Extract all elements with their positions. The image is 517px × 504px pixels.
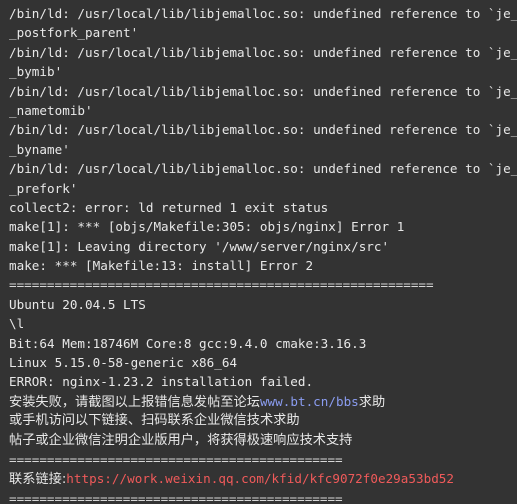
wechat-scan-line: 或手机访问以下链接、扫码联系企业微信技术求助 (9, 413, 300, 429)
kernel-version-line: Linux 5.15.0-58-generic x86_64 (9, 355, 238, 371)
make-leaving-directory-line: make[1]: Leaving directory '/www/server/… (9, 238, 390, 254)
issue-escape-line: \l (9, 316, 25, 332)
forum-link[interactable]: www.bt.cn/bbs (260, 394, 359, 409)
linker-error-symbol: _bymib' (9, 64, 63, 80)
collect2-error-line: collect2: error: ld returned 1 exit stat… (9, 199, 329, 215)
separator-middle: ========================================… (9, 451, 343, 467)
make-error-line: make[1]: *** [objs/Makefile:305: objs/ng… (9, 219, 405, 235)
forum-help-line: 安装失败，请截图以上报错信息发帖至论坛www.bt.cn/bbs求助 (9, 392, 517, 411)
linker-error-line: /bin/ld: /usr/local/lib/libjemalloc.so: … (9, 44, 517, 60)
linker-error-symbol: _postfork_parent' (9, 25, 139, 41)
os-release-line: Ubuntu 20.04.5 LTS (9, 296, 146, 312)
make-install-error-line: make: *** [Makefile:13: install] Error 2 (9, 258, 314, 274)
contact-url[interactable]: https://work.weixin.qq.com/kfid/kfc9072f… (66, 471, 454, 486)
linker-error-line: /bin/ld: /usr/local/lib/libjemalloc.so: … (9, 161, 517, 177)
linker-error-symbol: _prefork' (9, 180, 78, 196)
separator-top: ========================================… (9, 277, 434, 293)
enterprise-support-line: 帖子或企业微信注明企业版用户，将获得极速响应技术支持 (9, 432, 353, 448)
system-specs-line: Bit:64 Mem:18746M Core:8 gcc:9.4.0 cmake… (9, 335, 367, 351)
linker-error-line: /bin/ld: /usr/local/lib/libjemalloc.so: … (9, 6, 517, 21)
install-failed-line: ERROR: nginx-1.23.2 installation failed. (9, 374, 314, 390)
contact-link-label: 联系链接: (9, 472, 67, 488)
separator-bottom: ========================================… (9, 490, 343, 504)
linker-error-symbol: _byname' (9, 141, 70, 157)
linker-error-symbol: _nametomib' (9, 102, 93, 118)
linker-error-line: /bin/ld: /usr/local/lib/libjemalloc.so: … (9, 83, 517, 99)
forum-help-text-before: 安装失败，请截图以上报错信息发帖至论坛 (9, 394, 260, 410)
forum-help-text-after: 求助 (358, 394, 386, 410)
terminal-output-pane[interactable]: /bin/ld: /usr/local/lib/libjemalloc.so: … (0, 0, 517, 504)
contact-link-line: 联系链接:https://work.weixin.qq.com/kfid/kfc… (9, 469, 517, 488)
linker-error-line: /bin/ld: /usr/local/lib/libjemalloc.so: … (9, 122, 517, 138)
